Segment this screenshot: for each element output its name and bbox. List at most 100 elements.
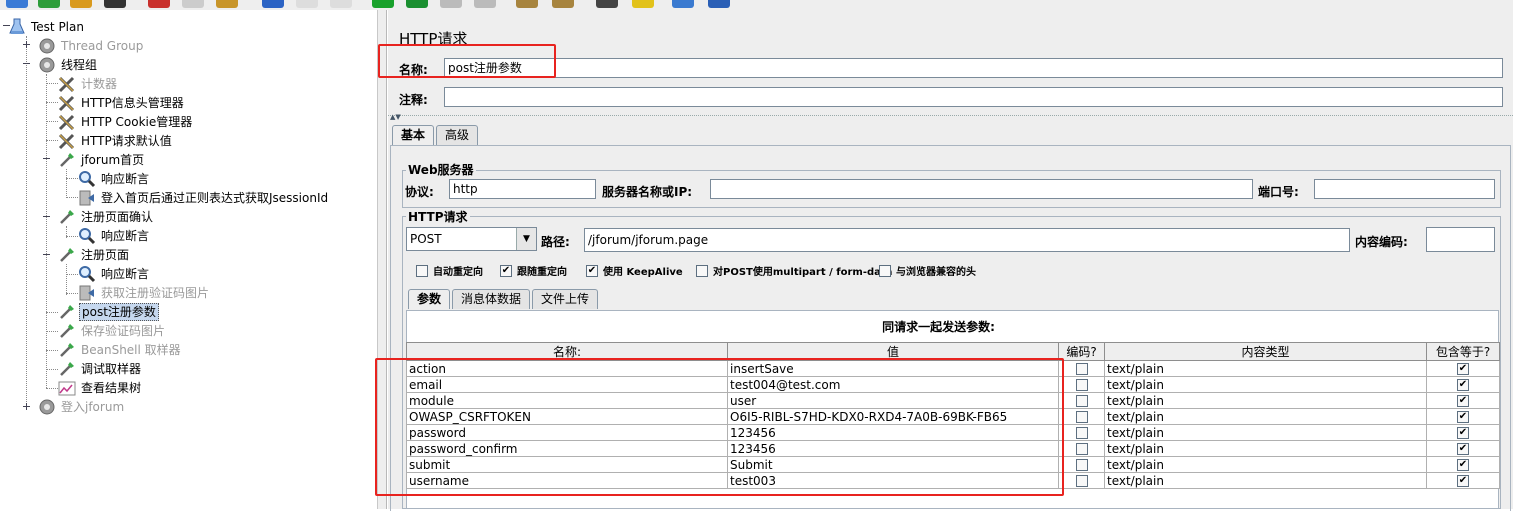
param-name-cell[interactable]: password_confirm	[406, 440, 728, 457]
tree-item[interactable]: 响应断言	[78, 227, 151, 245]
tree-item[interactable]: 登入jforum	[38, 398, 126, 416]
param-name-cell[interactable]: password	[406, 424, 728, 441]
param-encode-cell[interactable]	[1058, 472, 1105, 489]
param-name-cell[interactable]: action	[406, 360, 728, 377]
tree-item[interactable]: 线程组	[38, 56, 99, 74]
tree-item[interactable]: HTTP信息头管理器	[58, 94, 186, 112]
table-row[interactable]: module user text/plain ✔	[406, 392, 1500, 409]
param-value-cell[interactable]: insertSave	[727, 360, 1059, 377]
param-value-cell[interactable]: user	[727, 392, 1059, 409]
tree-item[interactable]: Test Plan	[8, 18, 86, 36]
checkbox-unchecked-icon[interactable]	[1075, 427, 1088, 439]
tree-item[interactable]: HTTP请求默认值	[58, 132, 174, 150]
reset-search-icon[interactable]	[632, 0, 654, 8]
stop-icon[interactable]	[440, 0, 462, 8]
method-select[interactable]: POST ▼	[406, 227, 537, 251]
tree-toggle[interactable]	[23, 41, 30, 48]
param-content-type-cell[interactable]: text/plain	[1104, 392, 1427, 409]
collapse-icon[interactable]	[296, 0, 318, 8]
param-include-equals-cell[interactable]: ✔	[1426, 440, 1500, 457]
checkbox-checked-icon[interactable]: ✔	[1457, 475, 1469, 487]
tree-item[interactable]: Thread Group	[38, 37, 145, 55]
start-icon[interactable]	[372, 0, 394, 8]
collapse-arrows-icon[interactable]: ▲▼	[390, 113, 401, 121]
param-value-cell[interactable]: test003	[727, 472, 1059, 489]
tree-item[interactable]: 响应断言	[78, 265, 151, 283]
option-checkbox[interactable]: ✔ 跟随重定向	[500, 263, 567, 278]
checkbox-checked-icon[interactable]: ✔	[1457, 363, 1469, 375]
split-pane-divider[interactable]	[378, 10, 387, 509]
paste-icon[interactable]	[216, 0, 238, 8]
checkbox-checked-icon[interactable]: ✔	[1457, 443, 1469, 455]
checkbox-checked-icon[interactable]: ✔	[1457, 427, 1469, 439]
tab-body-data[interactable]: 消息体数据	[452, 289, 531, 309]
search-icon[interactable]	[596, 0, 618, 8]
start-no-pause-icon[interactable]	[406, 0, 428, 8]
shutdown-icon[interactable]	[474, 0, 496, 8]
param-name-cell[interactable]: email	[406, 376, 728, 393]
table-row[interactable]: submit Submit text/plain ✔	[406, 456, 1500, 473]
expand-icon[interactable]	[262, 0, 284, 8]
tree-item[interactable]: 查看结果树	[58, 379, 143, 397]
param-value-cell[interactable]: Submit	[727, 456, 1059, 473]
param-encode-cell[interactable]	[1058, 456, 1105, 473]
checkbox-unchecked-icon[interactable]	[1075, 459, 1088, 471]
protocol-field[interactable]: http	[449, 179, 596, 199]
new-icon[interactable]	[6, 0, 28, 8]
param-content-type-cell[interactable]: text/plain	[1104, 440, 1427, 457]
param-content-type-cell[interactable]: text/plain	[1104, 408, 1427, 425]
param-encode-cell[interactable]	[1058, 392, 1105, 409]
param-value-cell[interactable]: test004@test.com	[727, 376, 1059, 393]
help-icon[interactable]	[708, 0, 730, 8]
column-header-content-type[interactable]: 内容类型	[1104, 342, 1427, 361]
checkbox-checked-icon[interactable]: ✔	[1457, 459, 1469, 471]
param-name-cell[interactable]: module	[406, 392, 728, 409]
tree-item[interactable]: 注册页面确认	[58, 208, 155, 226]
param-include-equals-cell[interactable]: ✔	[1426, 392, 1500, 409]
checkbox-checked-icon[interactable]: ✔	[586, 264, 598, 277]
name-field[interactable]: post注册参数	[444, 58, 1503, 78]
tree-item[interactable]: 计数器	[58, 75, 119, 93]
checkbox-unchecked-icon[interactable]	[879, 264, 891, 277]
clear-icon[interactable]	[516, 0, 538, 8]
open-icon[interactable]	[70, 0, 92, 8]
param-content-type-cell[interactable]: text/plain	[1104, 472, 1427, 489]
tree-item[interactable]: 响应断言	[78, 170, 151, 188]
checkbox-unchecked-icon[interactable]	[416, 264, 428, 277]
tree-item[interactable]: 获取注册验证码图片	[78, 284, 211, 302]
table-row[interactable]: email test004@test.com text/plain ✔	[406, 376, 1500, 393]
tree-item[interactable]: BeanShell 取样器	[58, 341, 183, 359]
param-name-cell[interactable]: username	[406, 472, 728, 489]
param-encode-cell[interactable]	[1058, 408, 1105, 425]
clear-all-icon[interactable]	[552, 0, 574, 8]
param-include-equals-cell[interactable]: ✔	[1426, 456, 1500, 473]
param-encode-cell[interactable]	[1058, 440, 1105, 457]
copy-icon[interactable]	[182, 0, 204, 8]
path-field[interactable]: /jforum/jforum.page	[584, 228, 1350, 252]
param-content-type-cell[interactable]: text/plain	[1104, 424, 1427, 441]
table-row[interactable]: OWASP_CSRFTOKEN O6I5-RIBL-S7HD-KDX0-RXD4-…	[406, 408, 1500, 425]
table-row[interactable]: action insertSave text/plain ✔	[406, 360, 1500, 377]
checkbox-unchecked-icon[interactable]	[1075, 363, 1088, 375]
toggle-icon[interactable]	[330, 0, 352, 8]
checkbox-unchecked-icon[interactable]	[1075, 395, 1088, 407]
port-field[interactable]	[1314, 179, 1495, 199]
comment-field[interactable]	[444, 87, 1503, 107]
tab-parameters[interactable]: 参数	[408, 289, 451, 309]
templates-icon[interactable]	[38, 0, 60, 8]
tree-item[interactable]: 调试取样器	[58, 360, 143, 378]
param-include-equals-cell[interactable]: ✔	[1426, 424, 1500, 441]
column-header-encode[interactable]: 编码?	[1058, 342, 1105, 361]
checkbox-unchecked-icon[interactable]	[1075, 475, 1088, 487]
param-name-cell[interactable]: submit	[406, 456, 728, 473]
tree-toggle[interactable]	[23, 403, 30, 410]
chevron-down-icon[interactable]: ▼	[516, 228, 536, 250]
content-encoding-field[interactable]	[1426, 227, 1495, 252]
table-row[interactable]: username test003 text/plain ✔	[406, 472, 1500, 489]
function-helper-icon[interactable]	[672, 0, 694, 8]
tree-toggle[interactable]	[23, 60, 30, 67]
param-encode-cell[interactable]	[1058, 376, 1105, 393]
column-header-name[interactable]: 名称:	[406, 342, 728, 361]
tree-item[interactable]: jforum首页	[58, 151, 146, 169]
checkbox-checked-icon[interactable]: ✔	[500, 264, 512, 277]
